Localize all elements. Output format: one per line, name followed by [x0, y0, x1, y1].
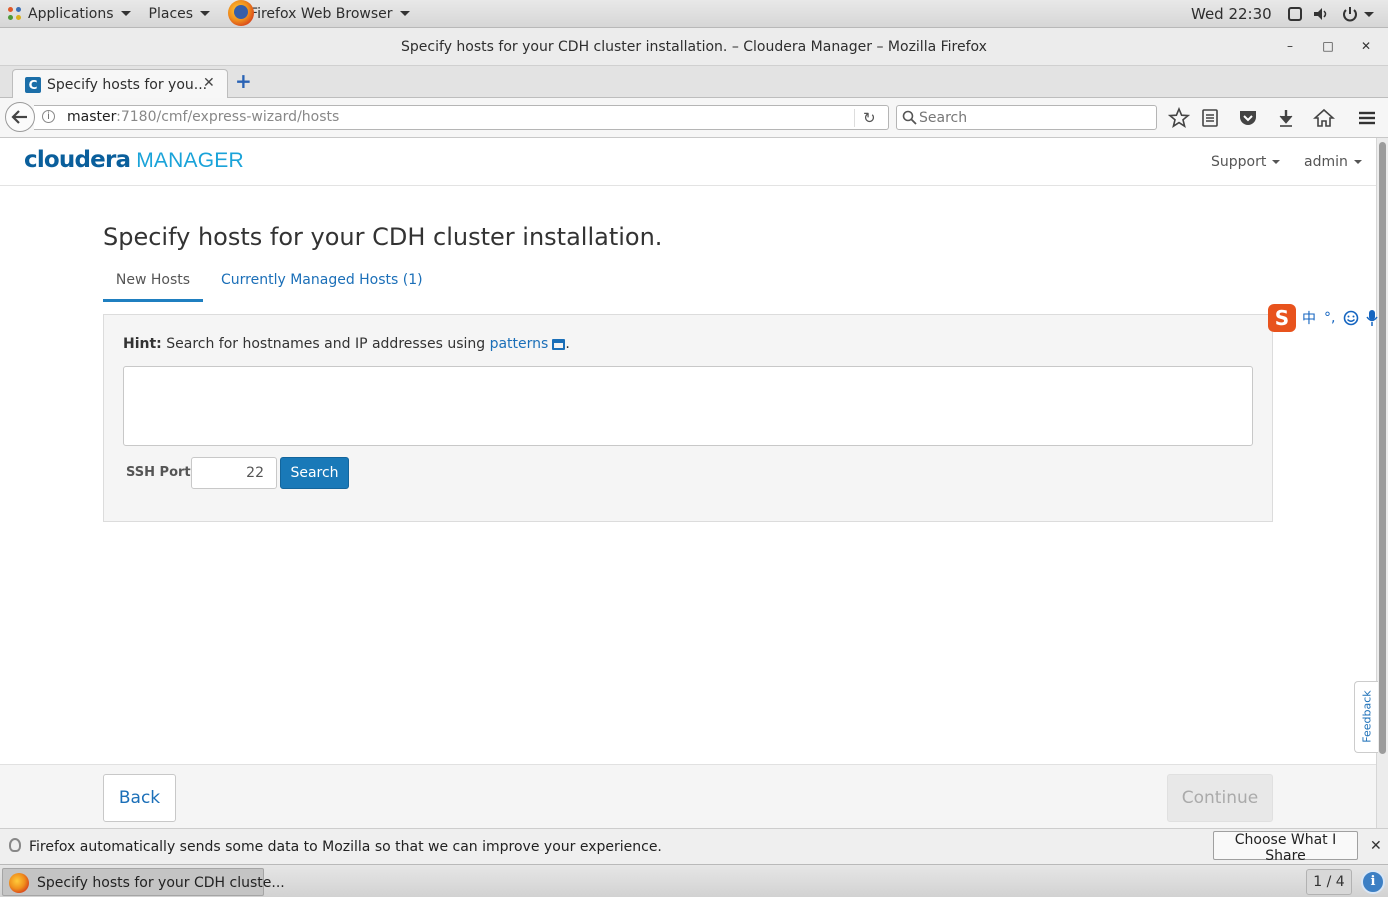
scrollbar-thumb[interactable] — [1379, 142, 1386, 754]
clock[interactable]: Wed 22:30 — [1191, 5, 1272, 23]
cloudera-manager-logo[interactable]: cloudera MANAGER — [24, 147, 244, 173]
places-label: Places — [148, 5, 194, 22]
taskbar-item-firefox[interactable]: Specify hosts for your CDH cluste... — [2, 868, 285, 896]
url-text[interactable]: master:7180/cmf/express-wizard/hosts — [67, 109, 339, 125]
microphone-icon[interactable] — [1365, 309, 1379, 327]
browser-tab[interactable]: C Specify hosts for you... ✕ — [12, 69, 228, 99]
tab-strip: C Specify hosts for you... ✕ + — [0, 66, 1388, 99]
url-path: :7180/cmf/express-wizard/hosts — [116, 109, 340, 125]
support-label: Support — [1211, 154, 1267, 170]
bookmark-star-icon[interactable] — [1168, 107, 1190, 129]
patterns-link[interactable]: patterns — [490, 336, 549, 352]
admin-label: admin — [1304, 154, 1348, 170]
cloudera-favicon-icon: C — [25, 77, 41, 93]
places-menu[interactable]: Places — [141, 0, 221, 28]
home-icon[interactable] — [1313, 107, 1335, 129]
volume-icon[interactable] — [1312, 6, 1330, 22]
navigation-bar: i master:7180/cmf/express-wizard/hosts ↻ — [0, 98, 1388, 138]
host-search-panel: Hint: Search for hostnames and IP addres… — [103, 314, 1273, 522]
browser-tab-title: Specify hosts for you... — [47, 77, 208, 93]
workspace-indicator[interactable]: 1 / 4 — [1306, 869, 1352, 895]
hint-body: Search for hostnames and IP addresses us… — [166, 336, 486, 352]
hamburger-menu-icon[interactable] — [1356, 107, 1378, 129]
ime-punctuation-toggle[interactable]: °, — [1324, 310, 1335, 326]
browser-app-label: Firefox Web Browser — [250, 5, 393, 22]
applications-icon — [8, 6, 22, 21]
hosts-input[interactable] — [123, 366, 1253, 446]
power-icon[interactable] — [1341, 6, 1359, 22]
close-tab-icon[interactable]: ✕ — [203, 75, 215, 91]
pocket-icon[interactable] — [1237, 107, 1259, 129]
smiley-icon[interactable] — [1343, 310, 1359, 326]
sogou-logo-icon[interactable]: S — [1268, 304, 1296, 332]
page-title: Specify hosts for your CDH cluster insta… — [103, 223, 663, 251]
hint-text: Hint: Search for hostnames and IP addres… — [123, 336, 570, 352]
continue-button[interactable]: Continue — [1167, 774, 1273, 822]
chevron-down-icon[interactable] — [1364, 12, 1374, 17]
tab-new-hosts[interactable]: New Hosts — [103, 272, 203, 302]
logo-secondary: MANAGER — [136, 149, 244, 172]
notification-message: Firefox automatically sends some data to… — [29, 839, 662, 855]
chevron-down-icon — [399, 11, 410, 16]
web-search-bar[interactable] — [896, 105, 1157, 130]
lightbulb-icon — [9, 838, 21, 852]
ssh-port-input[interactable] — [191, 457, 277, 489]
chevron-down-icon — [120, 11, 131, 16]
chevron-down-icon — [200, 11, 211, 16]
maximize-button[interactable]: □ — [1318, 36, 1338, 56]
search-icon — [902, 110, 917, 125]
taskbar: Specify hosts for your CDH cluste... 1 /… — [0, 864, 1388, 897]
minimize-button[interactable]: – — [1280, 36, 1300, 56]
browser-app-menu[interactable]: Firefox Web Browser — [220, 0, 420, 28]
back-page-button[interactable]: Back — [103, 774, 176, 822]
choose-what-i-share-button[interactable]: Choose What I Share — [1213, 831, 1358, 864]
firefox-icon — [9, 873, 29, 893]
taskbar-item-label: Specify hosts for your CDH cluste... — [37, 875, 285, 891]
external-window-icon[interactable] — [552, 338, 566, 350]
hint-label: Hint: — [123, 336, 162, 352]
window-icon[interactable] — [1287, 6, 1303, 22]
web-search-input[interactable] — [919, 108, 1149, 127]
logo-primary: cloudera — [24, 147, 131, 173]
back-button[interactable] — [5, 102, 35, 132]
site-info-icon[interactable]: i — [42, 110, 55, 123]
arrow-left-icon — [11, 110, 27, 124]
url-separator — [854, 109, 855, 127]
search-button[interactable]: Search — [280, 457, 349, 489]
info-icon[interactable]: i — [1361, 870, 1385, 894]
admin-menu[interactable]: admin — [1304, 154, 1362, 170]
data-reporting-notification: Firefox automatically sends some data to… — [0, 828, 1388, 864]
window-title: Specify hosts for your CDH cluster insta… — [401, 39, 987, 55]
tab-currently-managed-hosts[interactable]: Currently Managed Hosts (1) — [221, 272, 423, 302]
chevron-down-icon — [1272, 160, 1281, 164]
feedback-tab[interactable]: Feedback — [1354, 681, 1378, 753]
wizard-footer: Back Continue — [0, 764, 1376, 828]
window-title-bar: Specify hosts for your CDH cluster insta… — [0, 28, 1388, 66]
applications-label: Applications — [28, 5, 114, 22]
url-host: master — [67, 109, 117, 125]
download-icon[interactable] — [1275, 107, 1297, 129]
chevron-down-icon — [1353, 160, 1362, 164]
close-window-button[interactable]: ✕ — [1356, 36, 1376, 56]
new-tab-button[interactable]: + — [235, 71, 252, 91]
ime-toolbar: S 中 °, — [1268, 304, 1388, 332]
cm-header: cloudera MANAGER Support admin — [0, 138, 1376, 186]
ime-mode-toggle[interactable]: 中 — [1302, 308, 1316, 328]
reader-list-icon[interactable] — [1199, 107, 1221, 129]
reload-icon[interactable]: ↻ — [863, 109, 876, 127]
gnome-top-bar: Applications Places Firefox Web Browser … — [0, 0, 1388, 28]
firefox-logo-icon — [226, 0, 256, 28]
feedback-label: Feedback — [1360, 690, 1374, 743]
applications-menu[interactable]: Applications — [0, 0, 141, 28]
ssh-port-label: SSH Port: — [126, 465, 196, 480]
hint-end: . — [565, 336, 570, 352]
close-notification-icon[interactable]: ✕ — [1370, 838, 1382, 854]
url-bar[interactable]: i master:7180/cmf/express-wizard/hosts ↻ — [34, 105, 889, 130]
support-menu[interactable]: Support — [1211, 154, 1281, 170]
